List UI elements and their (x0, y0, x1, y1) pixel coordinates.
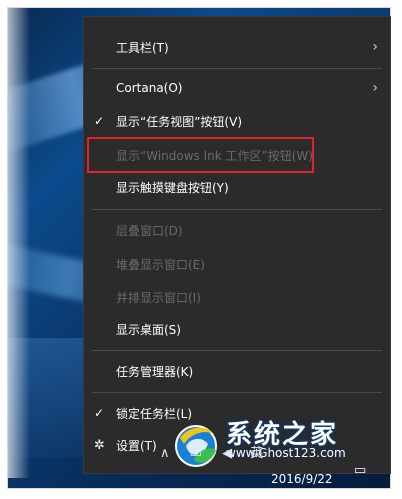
taskbar-context-menu: 工具栏(T) › Cortana(O) › ✓ 显示“任务视图”按钮(V) 显示… (83, 16, 391, 474)
menu-item-label: 显示触摸键盘按钮(Y) (116, 180, 229, 195)
menu-item-stack-windows: 堆叠显示窗口(E) (84, 254, 390, 274)
menu-item-task-manager[interactable]: 任务管理器(K) (84, 361, 390, 381)
input-language-indicator[interactable]: 英 (250, 446, 263, 461)
menu-item-cascade-windows: 层叠窗口(D) (84, 220, 390, 240)
menu-item-label: 任务管理器(K) (116, 364, 194, 379)
menu-separator (92, 209, 382, 210)
chevron-up-icon[interactable]: ∧ (160, 446, 170, 461)
menu-item-label: 层叠窗口(D) (116, 223, 183, 238)
menu-item-show-touch-keyboard-button[interactable]: 显示触摸键盘按钮(Y) (84, 177, 390, 197)
checkmark-icon: ✓ (94, 114, 105, 128)
annotation-highlight-box (87, 137, 314, 173)
menu-item-label: Cortana(O) (116, 81, 183, 95)
taskbar-date[interactable]: 2016/9/22 (271, 472, 333, 486)
menu-item-label: 显示桌面(S) (116, 322, 181, 337)
wallpaper-glow (8, 8, 30, 478)
menu-item-toolbars[interactable]: 工具栏(T) › (84, 37, 390, 57)
menu-item-label: 显示“任务视图”按钮(V) (116, 114, 243, 129)
menu-item-side-by-side-windows: 并排显示窗口(I) (84, 287, 390, 307)
menu-separator (92, 68, 382, 69)
gear-icon: ✲ (94, 437, 105, 453)
network-icon[interactable]: ▭ (190, 446, 202, 461)
menu-separator (92, 392, 382, 393)
volume-icon[interactable]: ◀ (222, 446, 232, 461)
notification-icon[interactable]: ▭ (354, 463, 366, 478)
menu-item-show-desktop[interactable]: 显示桌面(S) (84, 319, 390, 339)
chevron-right-icon: › (372, 80, 378, 96)
menu-item-show-task-view-button[interactable]: ✓ 显示“任务视图”按钮(V) (84, 111, 390, 131)
menu-item-cortana[interactable]: Cortana(O) › (84, 78, 390, 98)
checkmark-icon: ✓ (94, 406, 105, 420)
menu-item-label: 工具栏(T) (116, 40, 169, 55)
chevron-right-icon: › (372, 39, 378, 55)
menu-item-label: 并排显示窗口(I) (116, 290, 201, 305)
menu-item-label: 堆叠显示窗口(E) (116, 257, 205, 272)
tray-icons[interactable]: ∧ ▭ ◀ 英 (160, 442, 263, 461)
menu-item-label: 设置(T) (116, 438, 157, 453)
menu-separator (92, 350, 382, 351)
